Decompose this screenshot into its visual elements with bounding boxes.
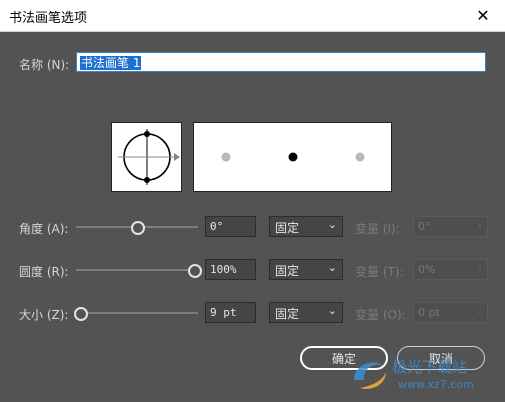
angle-variation-value: 0° <box>418 220 431 233</box>
angle-mode-value: 固定 <box>275 221 300 235</box>
chevron-right-icon: › <box>477 262 482 275</box>
name-value: 书法画笔 1 <box>80 56 142 70</box>
title-bar: 书法画笔选项 ✕ <box>0 0 505 32</box>
angle-input[interactable]: 0° <box>205 216 256 237</box>
chevron-right-icon: › <box>477 219 482 232</box>
watermark-logo-icon: 极光下载站 www.xz7.com <box>354 358 474 391</box>
roundness-slider[interactable] <box>76 269 198 271</box>
site-watermark: 极光下载站 www.xz7.com <box>348 350 498 395</box>
roundness-slider-thumb[interactable] <box>188 264 202 278</box>
angle-roundness-diagram <box>118 129 180 185</box>
angle-label: 角度 (A): <box>19 222 69 236</box>
roundness-input[interactable]: 100% <box>205 259 256 280</box>
close-button[interactable]: ✕ <box>461 0 505 31</box>
dialog-title: 书法画笔选项 <box>9 11 88 26</box>
roundness-variation-label: 变量 (T): <box>355 265 404 279</box>
angle-slider-thumb[interactable] <box>131 221 145 235</box>
size-variation-value: 0 pt <box>418 306 440 319</box>
close-icon: ✕ <box>476 6 490 25</box>
size-input[interactable]: 9 pt <box>205 302 256 323</box>
size-variation-input: 0 pt › <box>413 302 488 323</box>
roundness-variation-value: 0% <box>418 263 436 276</box>
roundness-variation-input: 0% › <box>413 259 488 280</box>
brush-angle-roundness-preview[interactable] <box>111 122 182 192</box>
size-mode-dropdown[interactable]: 固定 ⌄ <box>269 302 343 323</box>
angle-mode-dropdown[interactable]: 固定 ⌄ <box>269 216 343 237</box>
watermark-url: www.xz7.com <box>398 378 474 391</box>
chevron-right-icon: › <box>477 305 482 318</box>
watermark-text: 极光下载站 <box>392 358 467 376</box>
angle-variation-label: 变量 (I): <box>355 222 400 236</box>
calligraphic-brush-options-dialog: 书法画笔选项 ✕ 名称 (N): 书法画笔 1 角度 (A): 0° 固定 ⌄ … <box>0 0 505 402</box>
angle-variation-input: 0° › <box>413 216 488 237</box>
chevron-down-icon: ⌄ <box>327 218 337 231</box>
size-slider[interactable] <box>76 312 198 314</box>
roundness-label: 圆度 (R): <box>19 265 69 279</box>
size-label: 大小 (Z): <box>19 308 69 322</box>
size-slider-thumb[interactable] <box>74 307 88 321</box>
chevron-down-icon: ⌄ <box>327 261 337 274</box>
name-input[interactable]: 书法画笔 1 <box>76 52 486 72</box>
name-label: 名称 (N): <box>19 58 70 72</box>
brush-preview-dots <box>221 152 365 162</box>
brush-shape-preview <box>193 122 392 192</box>
roundness-mode-dropdown[interactable]: 固定 ⌄ <box>269 259 343 280</box>
roundness-mode-value: 固定 <box>275 264 300 278</box>
size-mode-value: 固定 <box>275 307 300 321</box>
chevron-down-icon: ⌄ <box>327 304 337 317</box>
size-variation-label: 变量 (O): <box>355 308 406 322</box>
